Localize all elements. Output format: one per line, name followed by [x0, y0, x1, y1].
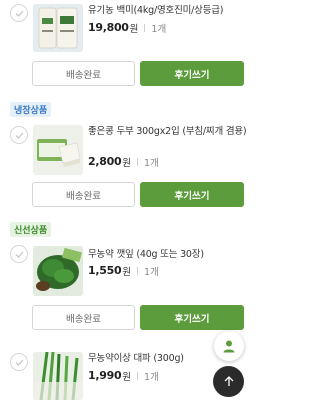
product-name[interactable]: 좋은콩 두부 300gx2입 (부침/찌개 겸용)	[88, 125, 248, 138]
currency: 원	[122, 266, 132, 278]
arrow-up-icon	[224, 376, 233, 386]
check-icon	[15, 132, 24, 139]
divider	[137, 371, 139, 380]
select-checkbox[interactable]	[10, 353, 28, 371]
select-checkbox[interactable]	[10, 245, 28, 263]
profile-button[interactable]	[214, 331, 244, 361]
price: 2,800	[88, 155, 122, 168]
product-name[interactable]: 유기농 백미(4kg/영호진미/상등급)	[88, 4, 248, 17]
quantity: 1개	[144, 157, 159, 169]
delivered-button[interactable]: 배송완료	[32, 61, 135, 86]
select-checkbox[interactable]	[10, 126, 28, 144]
order-item: 유기농 백미(4kg/영호진미/상등급) 19,800 원 1개 배송완료 후기쓰…	[0, 0, 255, 100]
check-icon	[15, 10, 24, 17]
currency: 원	[122, 371, 132, 383]
category-badge: 냉장상품	[10, 102, 52, 117]
price-line: 1,990 원 1개	[88, 369, 159, 383]
scroll-to-top-button[interactable]	[213, 366, 244, 397]
write-review-button[interactable]: 후기쓰기	[140, 61, 244, 86]
check-icon	[15, 359, 24, 366]
product-name[interactable]: 무농약 깻잎 (40g 또는 30장)	[88, 248, 248, 261]
price-line: 2,800 원 1개	[88, 155, 159, 169]
quantity: 1개	[151, 23, 167, 35]
price: 19,800	[88, 21, 129, 34]
write-review-button[interactable]: 후기쓰기	[140, 305, 244, 330]
quantity: 1개	[144, 371, 159, 383]
select-checkbox[interactable]	[10, 4, 28, 22]
product-image-tofu[interactable]	[33, 125, 83, 175]
divider	[144, 23, 146, 32]
divider	[137, 157, 139, 166]
price: 1,990	[88, 369, 122, 382]
price-line: 1,550 원 1개	[88, 264, 159, 278]
product-image-green-onion[interactable]	[33, 352, 83, 400]
price: 1,550	[88, 264, 122, 277]
price-line: 19,800 원 1개	[88, 21, 167, 35]
write-review-button[interactable]: 후기쓰기	[140, 182, 244, 207]
person-icon	[223, 340, 235, 353]
product-image-perilla[interactable]	[33, 246, 83, 296]
currency: 원	[122, 157, 132, 169]
category-badge: 신선상품	[10, 222, 52, 237]
divider	[137, 266, 139, 275]
check-icon	[15, 251, 24, 258]
product-image-rice[interactable]	[33, 4, 83, 52]
currency: 원	[129, 23, 139, 35]
order-item: 신선상품 무농약 깻잎 (40g 또는 30장) 1,550 원 1개 배송완료 …	[0, 222, 255, 334]
quantity: 1개	[144, 266, 159, 278]
delivered-button[interactable]: 배송완료	[32, 182, 135, 207]
delivered-button[interactable]: 배송완료	[32, 305, 135, 330]
order-item: 냉장상품 좋은콩 두부 300gx2입 (부침/찌개 겸용) 2,800 원 1개…	[0, 100, 255, 212]
